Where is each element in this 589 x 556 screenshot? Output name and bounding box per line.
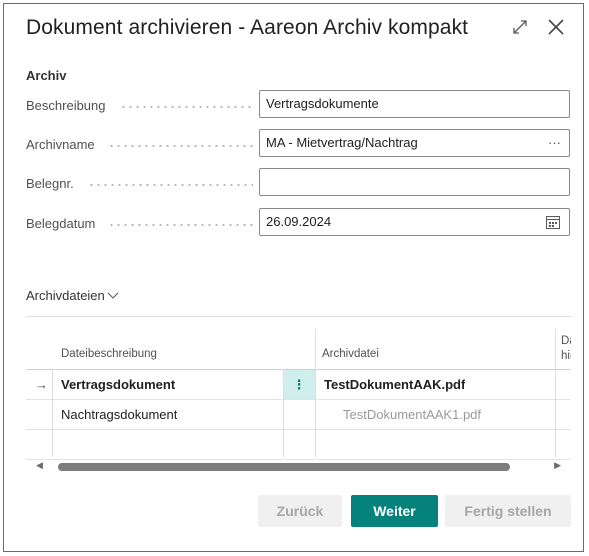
belegdatum-value: 26.09.2024 [266,214,332,229]
field-archivname: Archivname MA - Mietvertrag/Nachtrag ··· [26,129,573,159]
archive-dialog: Dokument archivieren - Aareon Archiv kom… [3,3,584,552]
close-icon[interactable] [545,16,567,38]
archivdateien-toggle[interactable]: Archivdateien [26,288,119,303]
archivdateien-grid: Dateibeschreibung Archivdatei Da hir → V… [26,316,571,485]
calendar-icon[interactable] [545,214,561,230]
label-leader-dots [120,106,253,108]
row-archivdatei[interactable]: TestDokumentAAK.pdf [324,370,465,399]
row-selected-arrow-icon: → [35,377,48,392]
table-row[interactable] [26,430,571,460]
archivname-value: MA - Mietvertrag/Nachtrag [266,135,418,150]
dialog-title: Dokument archivieren - Aareon Archiv kom… [26,16,469,39]
back-button[interactable]: Zurück [258,495,342,527]
column-header-truncated[interactable]: Da [561,335,571,347]
scrollbar-thumb[interactable] [58,463,510,471]
row-archivdatei[interactable]: TestDokumentAAK1.pdf [343,400,481,429]
scroll-left-icon[interactable]: ◀ [36,460,43,471]
column-header-dateibeschreibung[interactable]: Dateibeschreibung [61,348,157,360]
belegnr-label: Belegnr. [26,176,74,191]
grid-header: Dateibeschreibung Archivdatei Da hir [26,317,571,370]
column-divider [52,369,53,457]
label-leader-dots [88,184,253,186]
title-actions [509,16,567,38]
table-row[interactable]: → Vertragsdokument ⋮ TestDokumentAAK.pdf [26,370,571,400]
field-belegdatum: Belegdatum 26.09.2024 [26,208,573,238]
next-button[interactable]: Weiter [351,495,438,527]
label-leader-dots [108,145,253,147]
table-row[interactable]: Nachtragsdokument TestDokumentAAK1.pdf [26,400,571,430]
archivname-lookup-button[interactable]: ··· [548,130,561,158]
scroll-right-icon[interactable]: ▶ [554,460,561,471]
expand-icon[interactable] [509,16,531,38]
field-beschreibung: Beschreibung Vertragsdokumente [26,90,573,120]
horizontal-scrollbar[interactable]: ◀ ▶ [36,460,561,474]
section-archiv-label: Archiv [26,68,67,83]
finish-button[interactable]: Fertig stellen [445,495,571,527]
archivname-input[interactable]: MA - Mietvertrag/Nachtrag ··· [259,129,570,157]
archivdateien-label: Archivdateien [26,288,105,303]
header-divider [555,329,556,369]
column-header-archivdatei[interactable]: Archivdatei [322,348,379,360]
label-leader-dots [108,224,253,226]
beschreibung-input[interactable]: Vertragsdokumente [259,90,570,118]
header-divider [315,329,316,369]
belegdatum-label: Belegdatum [26,216,96,231]
dialog-footer: Zurück Weiter Fertig stellen [4,495,585,529]
column-divider [315,369,316,457]
row-beschreibung[interactable]: Vertragsdokument [61,370,175,399]
column-divider [283,369,284,457]
belegdatum-input[interactable]: 26.09.2024 [259,208,570,236]
column-header-truncated-line2: hir [561,350,571,362]
row-menu-icon[interactable]: ⋮ [283,370,315,399]
column-divider [555,369,556,457]
belegnr-input[interactable] [259,168,570,196]
chevron-down-icon [107,288,119,303]
field-belegnr: Belegnr. [26,168,573,198]
archivname-label: Archivname [26,137,95,152]
beschreibung-label: Beschreibung [26,98,106,113]
row-beschreibung[interactable]: Nachtragsdokument [61,400,177,429]
